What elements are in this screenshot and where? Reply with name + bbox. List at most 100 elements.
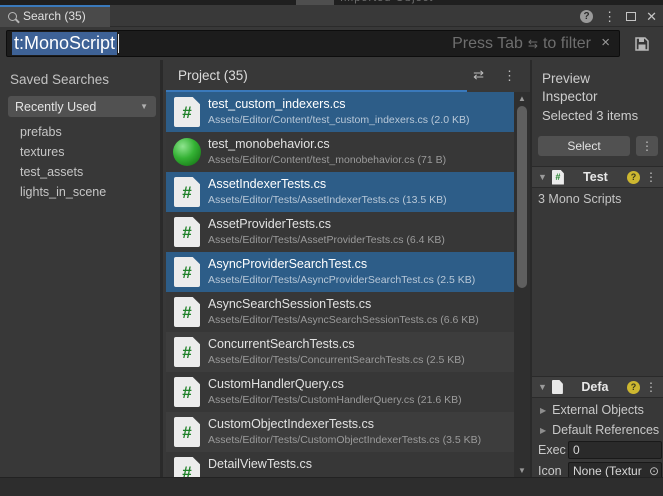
saved-searches-panel: Saved Searches Recently Used ▼ prefabste… [0, 60, 163, 477]
results-list: # test_custom_indexers.cs Assets/Editor/Co… [166, 92, 514, 477]
result-row[interactable]: test_monobehavior.csAssets/Editor/Conten… [166, 132, 514, 172]
results-menu-icon[interactable]: ⋮ [503, 68, 516, 84]
foldout-label: External Objects [552, 403, 644, 417]
csharp-script-icon: # [174, 457, 200, 477]
maximize-icon[interactable] [626, 12, 636, 21]
status-bar: ⚙ [0, 477, 663, 496]
chevron-down-icon: ▼ [140, 102, 148, 111]
result-row[interactable]: # DetailViewTests.cs [166, 452, 514, 477]
csharp-script-icon: # [552, 170, 564, 185]
help-icon[interactable]: ? [580, 10, 593, 23]
script-section-menu-icon[interactable]: ⋮ [645, 170, 657, 184]
text-field[interactable]: 0 [568, 441, 662, 459]
field-label: Exec [538, 443, 568, 457]
result-row[interactable]: #CustomObjectIndexerTests.csAssets/Edito… [166, 412, 514, 452]
inspector-panel-label: Preview Inspector [542, 70, 642, 106]
select-menu-icon[interactable]: ⋮ [636, 136, 658, 156]
importer-fields: Exec0IconNone (Textur⊙ [538, 440, 663, 482]
result-title: AsyncSearchSessionTests.cs [208, 297, 371, 311]
dropdown-value: Recently Used [15, 100, 96, 114]
tab-search[interactable]: Search (35) [0, 5, 110, 27]
foldout-open-icon[interactable]: ▼ [538, 382, 547, 392]
script-section-header[interactable]: ▼ # Test ? ⋮ [532, 166, 663, 188]
field-row-exec: Exec0 [538, 440, 663, 460]
result-row[interactable]: # AsyncSearchSessionTests.cs Assets/Editor… [166, 292, 514, 332]
clear-search-icon[interactable]: × [601, 34, 610, 51]
csharp-script-icon: # [174, 337, 200, 367]
text-caret [118, 34, 119, 53]
foldout-closed-icon: ▶ [540, 406, 546, 415]
result-row[interactable]: # ConcurrentSearchTests.cs Assets/Editor/T… [166, 332, 514, 372]
search-window: Imported Object Search (35) ? ⋮ ✕ t:Mono… [0, 0, 663, 496]
result-row[interactable]: # test_custom_indexers.cs Assets/Editor/Co… [166, 92, 514, 132]
window-menu-icon[interactable]: ⋮ [603, 10, 616, 23]
result-row[interactable]: # AssetIndexerTests.cs Assets/Editor/Tests… [166, 172, 514, 212]
result-path: Assets/Editor/Tests/CustomObjectIndexerT… [208, 434, 481, 446]
scrollbar-thumb[interactable] [517, 106, 527, 288]
result-title: AsyncProviderSearchTest.cs [208, 257, 367, 271]
monobehavior-sphere-icon [173, 138, 201, 166]
result-path: Assets/Editor/Tests/AsyncSearchSessionTe… [208, 314, 479, 326]
results-header: Project (35) ⇄ ⋮ [166, 60, 530, 92]
result-path: Assets/Editor/Content/test_custom_indexe… [208, 114, 469, 126]
result-title: ConcurrentSearchTests.cs [208, 337, 355, 351]
save-search-button[interactable] [628, 31, 656, 56]
result-title: AssetProviderTests.cs [208, 217, 331, 231]
result-title: test_monobehavior.cs [208, 137, 330, 151]
hint-text-after: to filter [543, 35, 591, 53]
saved-searches-sort-dropdown[interactable]: Recently Used ▼ [8, 96, 156, 117]
result-title: test_custom_indexers.cs [208, 97, 346, 111]
foldout-open-icon[interactable]: ▼ [538, 172, 547, 182]
result-path: Assets/Editor/Tests/AssetIndexerTests.cs… [208, 194, 447, 206]
scroll-down-icon[interactable]: ▼ [514, 466, 530, 475]
results-panel: Project (35) ⇄ ⋮ # test_custom_indexers.c… [166, 60, 530, 477]
script-section-body: 3 Mono Scripts [538, 192, 621, 206]
result-row[interactable]: #AsyncProviderSearchTest.csAssets/Editor… [166, 252, 514, 292]
csharp-script-icon: # [174, 177, 200, 207]
tab-filter-hint: Press Tab ⇆ to filter [452, 31, 591, 56]
importer-foldouts: ▶ External Objects ▶ Default References [540, 400, 663, 440]
result-title: AssetIndexerTests.cs [208, 177, 326, 191]
result-path: Assets/Editor/Tests/AssetProviderTests.c… [208, 234, 445, 246]
importer-section-header[interactable]: ▼ Defa ? ⋮ [532, 376, 663, 398]
script-help-badge-icon[interactable]: ? [627, 171, 640, 184]
close-icon[interactable]: ✕ [646, 10, 657, 23]
saved-search-item[interactable]: prefabs [0, 122, 160, 142]
csharp-script-icon: # [174, 297, 200, 327]
active-tab-accent [0, 5, 110, 7]
result-title: DetailViewTests.cs [208, 457, 312, 471]
saved-searches-list: prefabstexturestest_assetslights_in_scen… [0, 122, 160, 202]
field-label: Icon [538, 464, 568, 478]
foldout-external-objects[interactable]: ▶ External Objects [540, 400, 663, 420]
result-path: Assets/Editor/Tests/ConcurrentSearchTest… [208, 354, 465, 366]
importer-help-badge-icon[interactable]: ? [627, 381, 640, 394]
foldout-closed-icon: ▶ [540, 426, 546, 435]
select-button[interactable]: Select [538, 136, 630, 156]
saved-search-item[interactable]: textures [0, 142, 160, 162]
sync-search-icon[interactable]: ⇄ [473, 67, 484, 83]
hint-text-before: Press Tab [452, 35, 523, 53]
result-row[interactable]: #CustomHandlerQuery.csAssets/Editor/Test… [166, 372, 514, 412]
search-query-selected-text: t:MonoScript [12, 32, 117, 55]
importer-section-menu-icon[interactable]: ⋮ [645, 380, 657, 394]
csharp-script-icon: # [174, 257, 200, 287]
scroll-up-icon[interactable]: ▲ [514, 94, 530, 103]
tab-key-icon: ⇆ [528, 37, 538, 51]
results-group-tab[interactable]: Project (35) [178, 68, 248, 83]
saved-search-item[interactable]: test_assets [0, 162, 160, 182]
foldout-default-references[interactable]: ▶ Default References [540, 420, 663, 440]
foldout-label: Default References [552, 423, 659, 437]
document-icon [552, 380, 563, 394]
result-path: Assets/Editor/Tests/CustomHandlerQuery.c… [208, 394, 462, 406]
csharp-script-icon: # [174, 97, 200, 127]
results-scrollbar[interactable]: ▲ ▼ [514, 92, 530, 477]
script-section-title: Test [569, 170, 622, 184]
saved-searches-title: Saved Searches [10, 72, 109, 87]
search-input[interactable]: t:MonoScript Press Tab ⇆ to filter × [6, 30, 620, 57]
saved-search-item[interactable]: lights_in_scene [0, 182, 160, 202]
csharp-script-icon: # [174, 217, 200, 247]
search-toolbar: t:MonoScript Press Tab ⇆ to filter × [0, 28, 663, 60]
result-row[interactable]: # AssetProviderTests.cs Assets/Editor/Test… [166, 212, 514, 252]
result-title: CustomObjectIndexerTests.cs [208, 417, 374, 431]
importer-section-title: Defa [568, 380, 622, 394]
